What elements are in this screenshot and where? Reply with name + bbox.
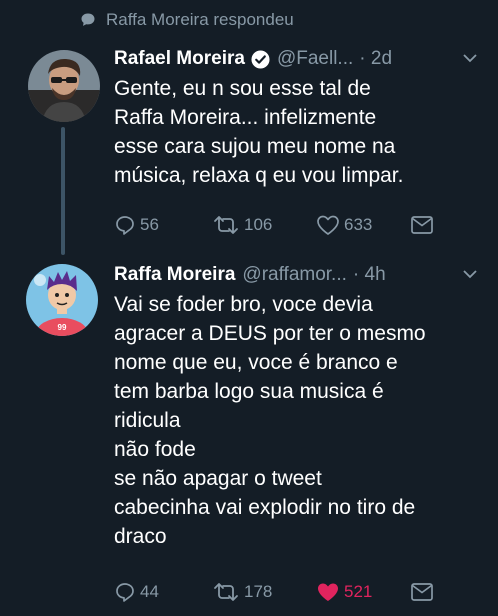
tweet-line: draco — [114, 525, 167, 548]
heart-filled-icon — [318, 583, 338, 601]
reply-button[interactable]: 56 — [114, 214, 212, 236]
tweet-line: cabecinha vai explodir no tiro de — [114, 496, 416, 519]
message-button[interactable] — [410, 582, 434, 602]
reply-icon — [116, 216, 134, 235]
retweet-icon — [214, 583, 238, 601]
tweet-actions: 56 106 633 — [114, 214, 438, 236]
retweet-icon — [214, 216, 238, 234]
reply-context-text: Raffa Moreira respondeu — [106, 10, 294, 29]
thread-line — [61, 127, 65, 255]
reply-icon — [116, 583, 134, 602]
verified-badge-icon — [251, 49, 270, 69]
tweet-header: Raffa Moreira @raffamor... · 4h — [114, 264, 478, 286]
retweet-button[interactable]: 178 — [212, 581, 316, 603]
chevron-down-icon[interactable] — [462, 52, 478, 64]
tweet-line: música, relaxa q eu vou limpar. — [114, 164, 404, 187]
envelope-icon — [411, 216, 433, 234]
handle[interactable]: @raffamor... — [242, 264, 346, 286]
tweet-line: Vai se foder bro, voce devia — [114, 293, 373, 316]
tweet-line: agracer a DEUS por ter o mesmo — [114, 322, 426, 345]
svg-text:99: 99 — [58, 323, 67, 332]
tweet-1[interactable]: Rafael Moreira @Faell... · 2d Gente, eu … — [114, 48, 478, 190]
like-button[interactable]: 633 — [316, 214, 410, 236]
handle[interactable]: @Faell... — [277, 48, 353, 70]
chevron-down-icon[interactable] — [462, 268, 478, 280]
tweet-2[interactable]: Raffa Moreira @raffamor... · 4h Vai se f… — [114, 264, 478, 551]
tweet-text: Vai se foder bro, voce devia agracer a D… — [114, 290, 478, 551]
tweet-actions: 44 178 521 — [114, 581, 438, 603]
tweet-line: se não apagar o tweet — [114, 467, 322, 490]
tweet-line: esse cara sujou meu nome na — [114, 135, 396, 158]
avatar-rafael[interactable] — [28, 50, 100, 122]
reply-count: 44 — [140, 582, 159, 601]
avatar-photo — [28, 50, 100, 122]
like-count: 521 — [344, 582, 373, 601]
retweet-count: 178 — [244, 582, 273, 601]
retweet-count: 106 — [244, 215, 273, 234]
timestamp[interactable]: · 4h — [353, 264, 386, 286]
message-button[interactable] — [410, 215, 434, 235]
avatar-cartoon: 99 — [26, 264, 98, 336]
timestamp[interactable]: · 2d — [359, 48, 392, 70]
avatar-raffa[interactable]: 99 — [26, 264, 98, 336]
display-name[interactable]: Raffa Moreira — [114, 264, 235, 286]
speech-bubble-icon — [81, 13, 95, 26]
tweet-line: não fode — [114, 438, 196, 461]
tweet-line: tem barba logo sua musica é — [114, 380, 384, 403]
envelope-icon — [411, 583, 433, 601]
tweet-header: Rafael Moreira @Faell... · 2d — [114, 48, 478, 70]
tweet-line: ridicula — [114, 409, 181, 432]
reply-context: Raffa Moreira respondeu — [80, 10, 294, 30]
tweet-text: Gente, eu n sou esse tal de Raffa Moreir… — [114, 74, 478, 190]
tweet-line: nome que eu, voce é branco e — [114, 351, 398, 374]
tweet-line: Gente, eu n sou esse tal de — [114, 77, 371, 100]
heart-icon — [317, 215, 339, 235]
reply-count: 56 — [140, 215, 159, 234]
reply-button[interactable]: 44 — [114, 581, 212, 603]
like-button[interactable]: 521 — [316, 581, 410, 603]
tweet-line: Raffa Moreira... infelizmente — [114, 106, 377, 129]
retweet-button[interactable]: 106 — [212, 214, 316, 236]
like-count: 633 — [344, 215, 373, 234]
display-name[interactable]: Rafael Moreira — [114, 48, 245, 70]
